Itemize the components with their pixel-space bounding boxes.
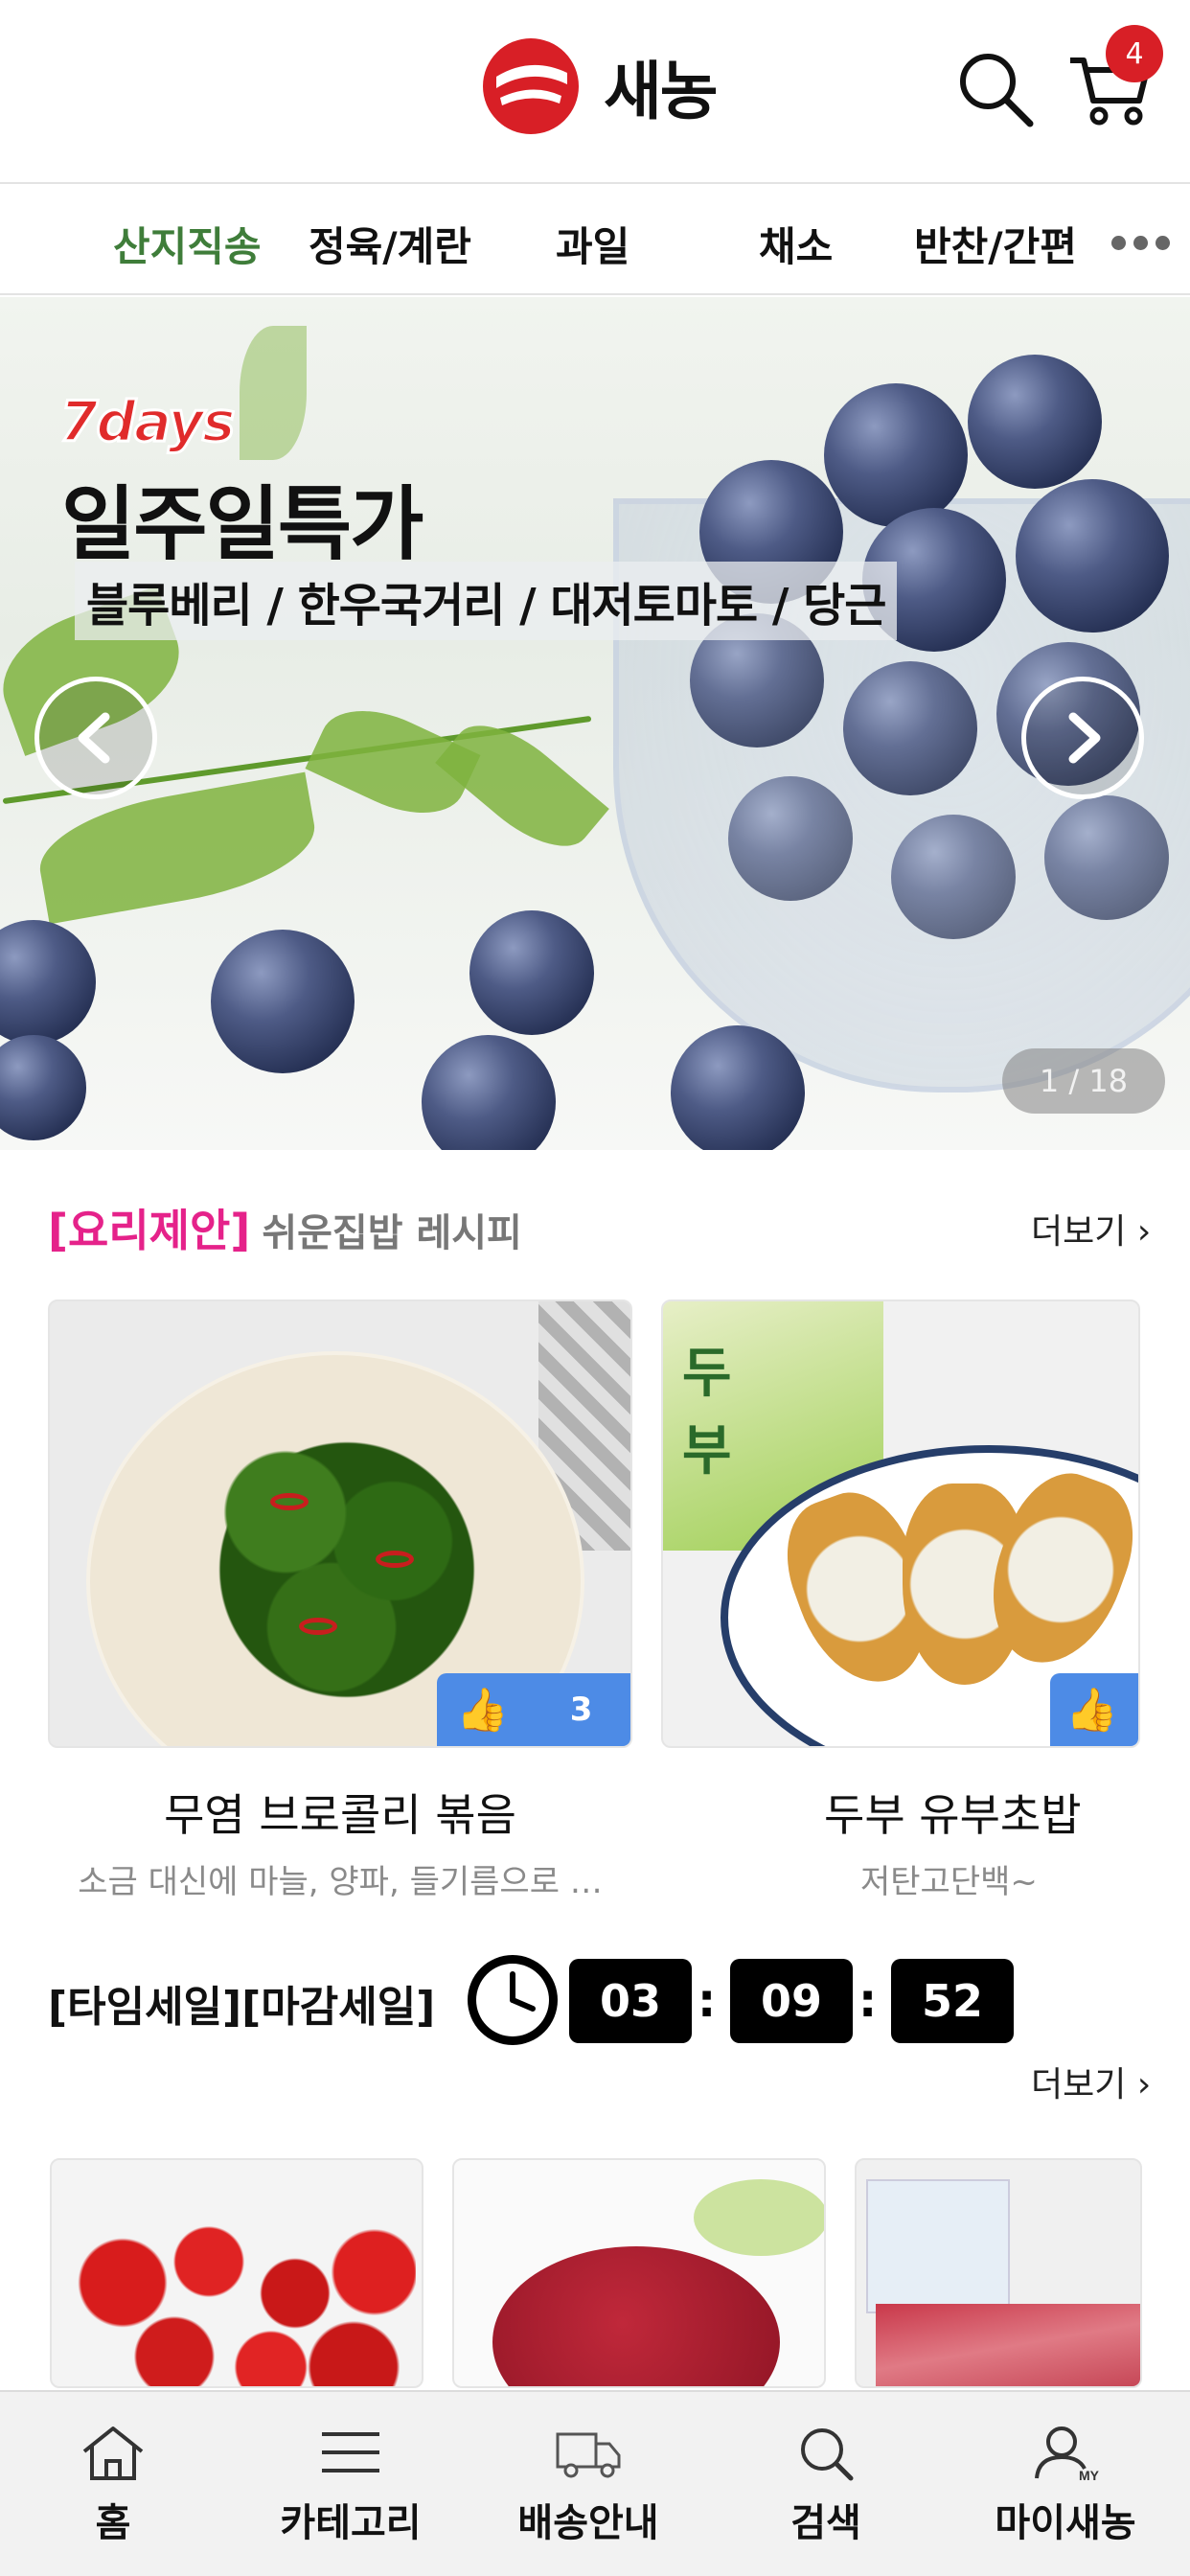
search-icon xyxy=(960,54,1034,127)
recipe-more-link[interactable]: 더보기 › xyxy=(1031,1204,1151,1254)
recipe-card-1-title[interactable]: 무염 브로콜리 볶음 xyxy=(48,1781,632,1844)
banner-page-counter: 1 / 18 xyxy=(1002,1048,1165,1114)
search-icon xyxy=(801,2428,854,2481)
timer-colon: : xyxy=(858,1974,878,2028)
timer-hours: 03 xyxy=(569,1959,692,2043)
banner-prev-button[interactable] xyxy=(34,677,157,799)
category-tab-meat-egg[interactable]: 정육/계란 xyxy=(309,215,471,273)
chevron-right-icon: › xyxy=(1126,2065,1152,2104)
like-count: 3 xyxy=(569,1690,593,1729)
recipe-subheading: 쉬운집밥 레시피 xyxy=(262,1211,522,1255)
search-button[interactable] xyxy=(949,42,1041,134)
cart-count-badge: 4 xyxy=(1106,25,1163,82)
banner-title: 일주일특가 xyxy=(61,477,423,571)
thumbs-up-icon: 👍 xyxy=(456,1686,509,1735)
cart-button[interactable]: 4 xyxy=(1064,25,1163,134)
recipe-section-heading: [요리제안] 쉬운집밥 레시피 xyxy=(48,1196,522,1259)
product-card-beef[interactable] xyxy=(452,2158,826,2388)
chevron-right-icon: › xyxy=(1126,1212,1152,1252)
truck-icon xyxy=(556,2432,621,2478)
banner-next-button[interactable] xyxy=(1021,677,1144,799)
banner-subtitle: 블루베리 / 한우국거리 / 대저토마토 / 당근 xyxy=(75,562,898,640)
recipe-card-2-image[interactable]: 두부 👍 xyxy=(661,1300,1140,1748)
tab-search[interactable]: 검색 xyxy=(707,2392,945,2576)
like-badge[interactable]: 👍 xyxy=(1050,1673,1138,1746)
tab-category[interactable]: 카테고리 xyxy=(232,2392,469,2576)
brand-logo[interactable]: 새농 xyxy=(479,34,718,138)
thumbs-up-icon: 👍 xyxy=(1065,1686,1118,1735)
brand-name: 새농 xyxy=(604,55,718,128)
banner-tag: 7days xyxy=(58,388,238,456)
tab-delivery[interactable]: 배송안내 xyxy=(469,2392,707,2576)
timer-colon: : xyxy=(698,1974,717,2028)
recipe-card-1-image[interactable]: 👍 3 xyxy=(48,1300,632,1748)
promo-banner[interactable]: 7days 일주일특가 블루베리 / 한우국거리 / 대저토마토 / 당근 1 … xyxy=(0,297,1190,1150)
app-screen: 새농 4 산지직송 정육/계란 과일 채소 반찬/간편 7days 일주일특가 … xyxy=(0,0,1190,2576)
recipe-card-2-desc: 저탄고단백~ xyxy=(860,1863,1038,1901)
product-card-pork[interactable] xyxy=(855,2158,1142,2388)
tab-category-label: 카테고리 xyxy=(280,2501,422,2545)
more-categories-icon[interactable] xyxy=(1111,236,1170,250)
timer-seconds: 52 xyxy=(891,1959,1014,2043)
category-nav: 산지직송 정육/계란 과일 채소 반찬/간편 xyxy=(0,186,1190,295)
tab-home[interactable]: 홈 xyxy=(0,2392,232,2576)
tab-search-label: 검색 xyxy=(790,2501,861,2545)
bottom-tab-bar: 홈 카테고리 배송안내 검색 MY 마이새농 xyxy=(0,2390,1190,2576)
chevron-right-icon xyxy=(1068,712,1101,764)
category-tab-vegetable[interactable]: 채소 xyxy=(759,215,833,273)
recipe-heading: [요리제안] xyxy=(48,1205,251,1256)
timesale-more-link[interactable]: 더보기 › xyxy=(1031,2057,1151,2106)
recipe-card-2-title[interactable]: 두부 유부초밥 xyxy=(661,1781,1190,1844)
category-tab-direct[interactable]: 산지직송 xyxy=(113,215,262,273)
clock-icon xyxy=(468,1955,558,2045)
home-icon xyxy=(82,2426,144,2480)
recipe-card-1-desc: 소금 대신에 마늘, 양파, 들기름으로 … xyxy=(78,1863,603,1901)
timer-minutes: 09 xyxy=(730,1959,853,2043)
tab-my-label: 마이새농 xyxy=(995,2501,1136,2545)
timesale-more-label: 더보기 xyxy=(1031,2065,1127,2104)
chevron-left-icon xyxy=(78,712,110,764)
like-badge[interactable]: 👍 3 xyxy=(437,1673,630,1746)
logo-mark-icon xyxy=(483,38,579,134)
recipe-more-label: 더보기 xyxy=(1031,1212,1127,1252)
timesale-heading: [타임세일][마감세일] xyxy=(48,1983,436,2032)
tab-my[interactable]: MY 마이새농 xyxy=(947,2392,1184,2576)
product-card-strawberry[interactable] xyxy=(50,2158,423,2388)
category-tab-fruit[interactable]: 과일 xyxy=(556,215,629,273)
svg-text:MY: MY xyxy=(1079,2468,1100,2482)
menu-icon xyxy=(322,2432,379,2472)
tab-home-label: 홈 xyxy=(95,2501,131,2545)
user-icon: MY xyxy=(1035,2426,1100,2482)
header: 새농 4 xyxy=(0,0,1190,184)
category-tab-side-dish[interactable]: 반찬/간편 xyxy=(914,215,1077,273)
tab-delivery-label: 배송안내 xyxy=(517,2501,659,2545)
